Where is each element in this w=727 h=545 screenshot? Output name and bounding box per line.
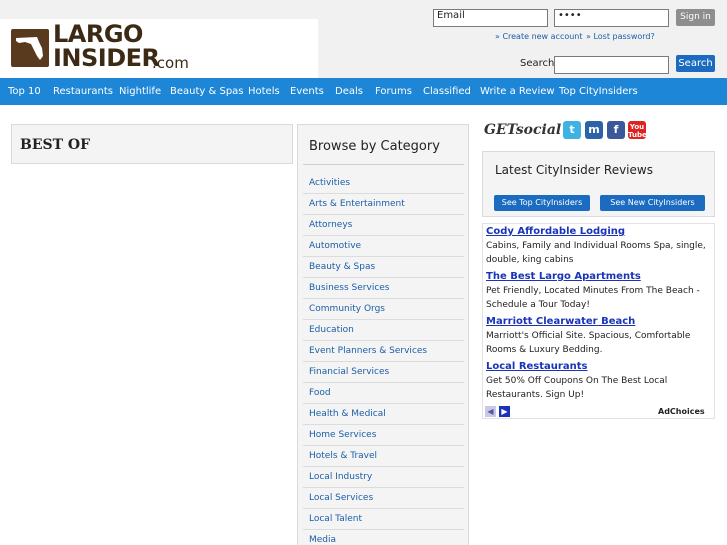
create-account-link[interactable]: » Create new account [495,32,583,41]
search-button[interactable]: Search [676,55,715,72]
category-item[interactable]: Education [303,320,464,341]
ad-text: Get 50% Off Coupons On The Best Local Re… [486,376,668,400]
divider [303,164,464,165]
category-panel: Browse by Category Activities Arts & Ent… [297,124,469,545]
ad-title[interactable]: Marriott Clearwater Beach [486,316,635,327]
nav-top-10[interactable]: Top 10 [8,78,41,105]
category-item[interactable]: Attorneys [303,215,464,236]
nav-forums[interactable]: Forums [375,78,412,105]
get-social-label: GETsocial [484,122,562,138]
logo-suffix: .com [152,54,189,72]
category-item[interactable]: Food [303,383,464,404]
nav-beauty-spas[interactable]: Beauty & Spas [170,78,244,105]
category-item[interactable]: Event Planners & Services [303,341,464,362]
myspace-icon[interactable]: m [585,121,603,139]
category-item[interactable]: Business Services [303,278,464,299]
ad-block: Cody Affordable Lodging Cabins, Family a… [482,223,715,419]
email-field[interactable]: Email [433,9,548,27]
sign-in-button[interactable]: Sign in [676,9,715,26]
ad-next-icon[interactable]: ▶ [499,406,510,417]
see-top-cityinsiders-button[interactable]: See Top CityInsiders [494,195,590,211]
category-item[interactable]: Hotels & Travel [303,446,464,467]
adchoices-label[interactable]: AdChoices [658,407,705,416]
best-of-title: BEST OF [20,137,91,153]
nav-nightlife[interactable]: Nightlife [119,78,161,105]
florida-map-icon [11,29,49,67]
ad-text: Marriott's Official Site. Spacious, Comf… [486,331,691,355]
nav-hotels[interactable]: Hotels [248,78,280,105]
best-of-panel: BEST OF [11,124,293,164]
category-item[interactable]: Media [303,530,464,545]
category-item[interactable]: Local Talent [303,509,464,530]
ad-title[interactable]: Cody Affordable Lodging [486,226,625,237]
category-item[interactable]: Financial Services [303,362,464,383]
see-new-cityinsiders-button[interactable]: See New CityInsiders [600,195,705,211]
ad-title[interactable]: Local Restaurants [486,361,587,372]
category-item[interactable]: Health & Medical [303,404,464,425]
facebook-icon[interactable]: f [607,121,625,139]
category-item[interactable]: Activities [303,173,464,194]
category-item[interactable]: Community Orgs [303,299,464,320]
site-header: LARGO INSIDER .com Email •••• Sign in » … [0,0,727,78]
category-item[interactable]: Automotive [303,236,464,257]
category-title: Browse by Category [309,139,440,154]
search-label: Search [520,58,555,69]
ad-prev-icon[interactable]: ◀ [485,406,496,417]
youtube-icon[interactable]: You Tube [628,121,647,139]
ad-title[interactable]: The Best Largo Apartments [486,271,641,282]
latest-reviews-panel: Latest CityInsider Reviews See Top CityI… [482,151,715,217]
search-input[interactable] [554,56,669,74]
logo-text-line2: INSIDER [53,44,160,72]
category-item[interactable]: Arts & Entertainment [303,194,464,215]
nav-write-review[interactable]: Write a Review [480,78,555,105]
twitter-icon[interactable]: t [563,121,581,139]
category-item[interactable]: Beauty & Spas [303,257,464,278]
nav-restaurants[interactable]: Restaurants [53,78,113,105]
lost-password-link[interactable]: » Lost password? [586,32,655,41]
nav-classified[interactable]: Classified [423,78,471,105]
category-item[interactable]: Local Services [303,488,464,509]
nav-top-cityinsiders[interactable]: Top CityInsiders [559,78,638,105]
category-item[interactable]: Local Industry [303,467,464,488]
password-field[interactable]: •••• [554,9,669,27]
ad-text: Pet Friendly, Located Minutes From The B… [486,286,700,310]
category-item[interactable]: Home Services [303,425,464,446]
nav-deals[interactable]: Deals [335,78,363,105]
logo-text-line1: LARGO [53,20,143,48]
reviews-title: Latest CityInsider Reviews [495,163,653,177]
ad-text: Cabins, Family and Individual Rooms Spa,… [486,241,706,265]
nav-events[interactable]: Events [290,78,324,105]
main-nav: Top 10 Restaurants Nightlife Beauty & Sp… [0,78,727,105]
